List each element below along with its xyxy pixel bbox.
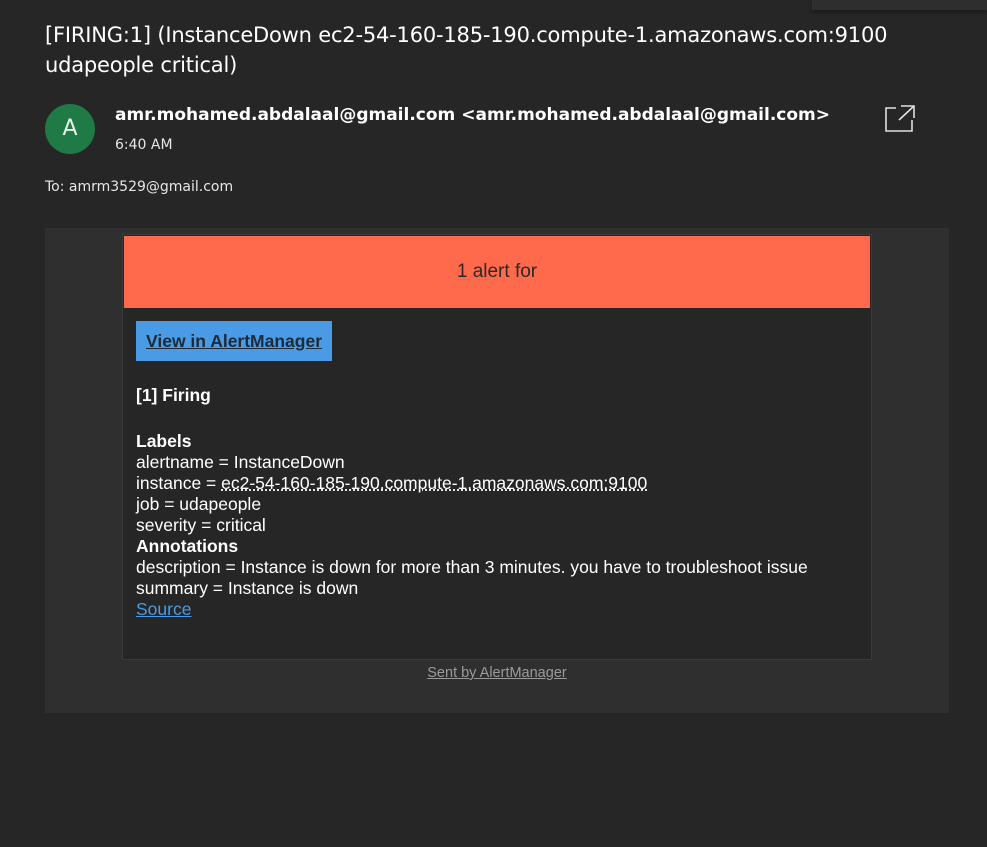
sender-line: amr.mohamed.abdalaal@gmail.com <amr.moham… [115,105,830,125]
label-alertname-key: alertname = [136,452,234,472]
labels-heading: Labels [136,431,192,451]
label-alertname-value: InstanceDown [233,452,345,472]
popout-button[interactable] [884,103,916,133]
label-instance-key: instance = [136,473,222,493]
annotation-description: description = Instance is down for more … [136,557,808,577]
view-in-alertmanager-button[interactable]: View in AlertManager [136,321,333,361]
source-link[interactable]: Source [136,599,191,619]
annotation-summary: summary = Instance is down [136,578,359,598]
popout-icon [885,105,915,132]
window-edge-shadow [812,0,987,10]
alert-content: View in AlertManager [1] Firing Labels a… [136,321,856,620]
firing-heading: [1] Firing [136,385,211,405]
alert-card: 1 alert for View in AlertManager [1] Fir… [122,234,872,660]
label-alertname: alertname = InstanceDown [136,452,856,473]
sent-by-link[interactable]: Sent by AlertManager [427,665,566,681]
sender-address: <amr.mohamed.abdalaal@gmail.com> [461,105,831,125]
avatar: A [45,104,95,154]
label-instance-value[interactable]: ec2-54-160-185-190.compute-1.amazonaws.c… [221,473,647,493]
label-severity: severity = critical [136,515,266,535]
email-body: 1 alert for View in AlertManager [1] Fir… [45,228,949,713]
footer: Sent by AlertManager [45,665,949,681]
recipient-line: To: amrm3529@gmail.com [45,179,234,195]
email-subject: [FIRING:1] (InstanceDown ec2-54-160-185-… [45,23,888,77]
sender-name[interactable]: amr.mohamed.abdalaal@gmail.com [115,105,455,125]
label-job: job = udapeople [136,494,262,514]
label-instance: instance = ec2-54-160-185-190.compute-1.… [136,473,856,494]
email-time: 6:40 AM [115,137,173,153]
annotations-heading: Annotations [136,536,239,556]
alert-banner: 1 alert for [124,236,870,308]
